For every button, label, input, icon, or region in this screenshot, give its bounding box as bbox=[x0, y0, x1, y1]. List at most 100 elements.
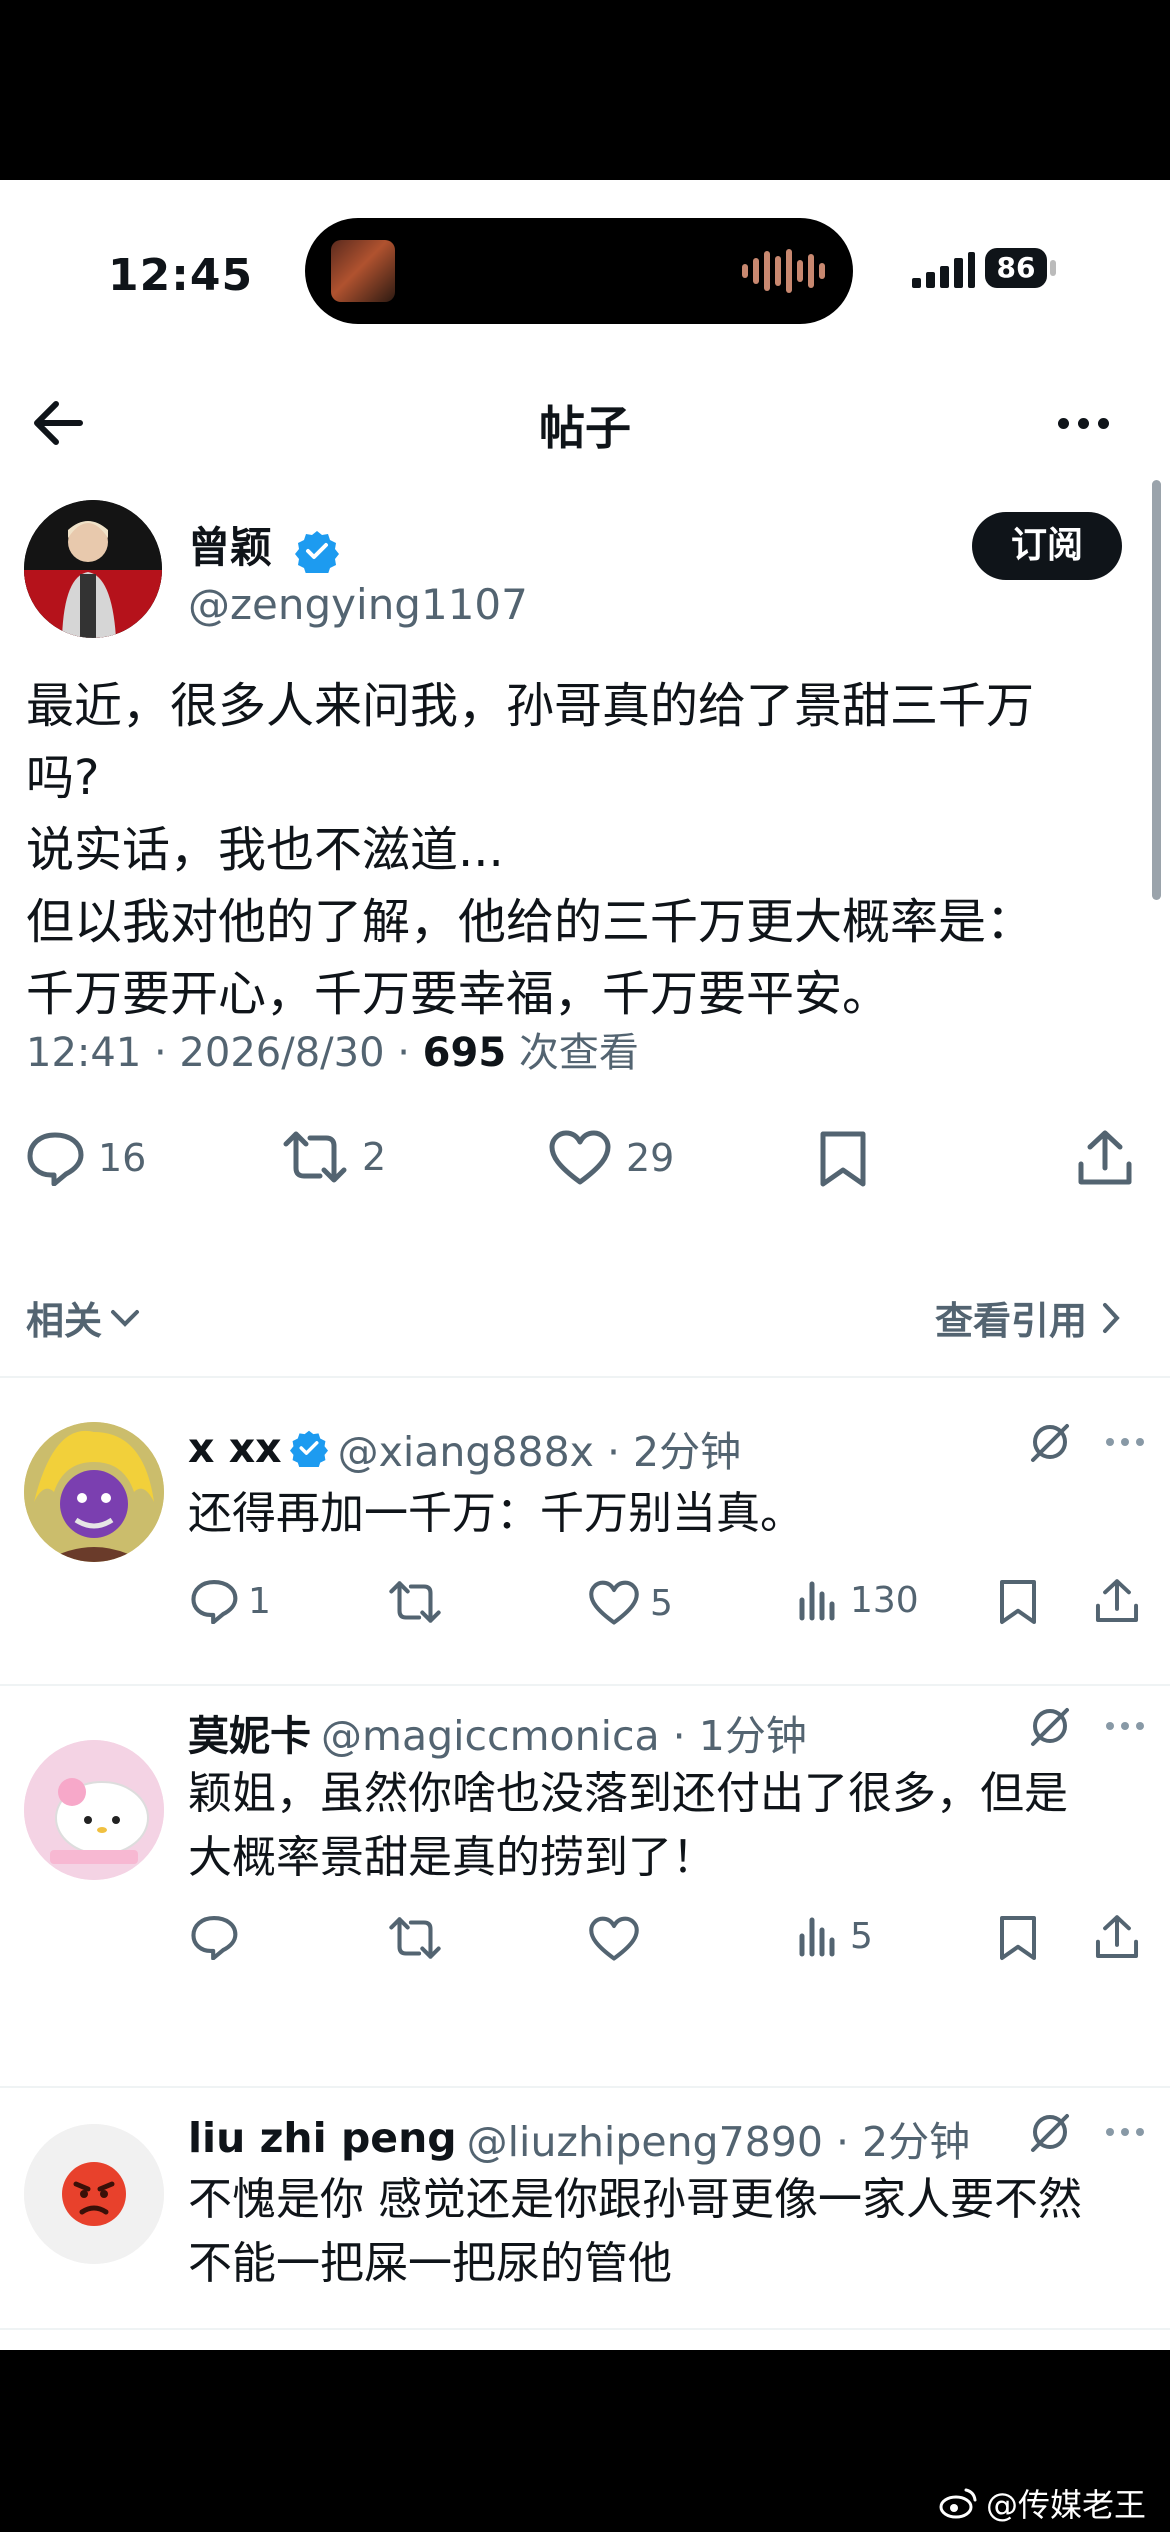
author-handle[interactable]: @zengying1107 bbox=[188, 580, 528, 629]
reply-header-icons bbox=[1028, 1704, 1144, 1748]
view-quotes-label: 查看引用 bbox=[935, 1299, 1088, 1343]
reply-handle-time[interactable]: @magiccmonica · 1分钟 bbox=[321, 1702, 807, 1762]
bookmark-icon bbox=[1000, 1916, 1036, 1960]
chevron-right-icon bbox=[1103, 1302, 1120, 1333]
views-action[interactable]: 130 bbox=[796, 1578, 919, 1622]
author-avatar[interactable] bbox=[24, 500, 162, 638]
share-action[interactable] bbox=[1076, 1128, 1134, 1188]
like-icon bbox=[589, 1580, 639, 1625]
reply-avatar[interactable] bbox=[24, 1422, 164, 1562]
bookmark-icon bbox=[820, 1131, 866, 1187]
view-label: 次查看 bbox=[506, 1030, 639, 1076]
views-action[interactable]: 5 bbox=[796, 1914, 873, 1958]
reply-avatar[interactable] bbox=[24, 1740, 164, 1880]
page-title: 帖子 bbox=[539, 401, 631, 455]
grok-icon[interactable] bbox=[1028, 2110, 1072, 2154]
reply-header-icons bbox=[1028, 2110, 1144, 2154]
post-text: 最近，很多人来问我，孙哥真的给了景甜三千万 吗? 说实话，我也不滋道... 但以… bbox=[26, 678, 1035, 1022]
audio-waveform-icon bbox=[742, 248, 825, 294]
watermark: @传媒老王 bbox=[938, 2480, 1146, 2526]
views-icon bbox=[799, 1917, 835, 1957]
battery-nub bbox=[1050, 260, 1056, 276]
reply-header: x xx @xiang888x · 2分钟 bbox=[188, 1418, 741, 1478]
bookmark-action[interactable] bbox=[998, 1914, 1038, 1962]
like-icon bbox=[589, 1916, 639, 1961]
repost-action[interactable] bbox=[388, 1580, 442, 1624]
related-toggle[interactable]: 相关 bbox=[26, 1290, 142, 1345]
chevron-down-icon bbox=[111, 1309, 140, 1327]
share-action[interactable] bbox=[1094, 1912, 1140, 1962]
repost-count: 2 bbox=[362, 1135, 387, 1179]
reply-header: 莫妮卡 @magiccmonica · 1分钟 bbox=[188, 1702, 807, 1762]
cellular-signal-icon bbox=[912, 252, 975, 288]
reply-handle-time[interactable]: @liuzhipeng7890 · 2分钟 bbox=[467, 2108, 970, 2168]
reply-author-name[interactable]: 莫妮卡 bbox=[188, 1702, 311, 1762]
related-label: 相关 bbox=[26, 1299, 103, 1343]
reply-author-name[interactable]: liu zhi peng bbox=[188, 2114, 457, 2162]
like-count: 5 bbox=[650, 1582, 673, 1624]
reply-count: 1 bbox=[248, 1580, 271, 1622]
post-meta: 12:41 · 2026/8/30 · 695 次查看 bbox=[26, 1020, 639, 1078]
reply-icon bbox=[27, 1132, 84, 1186]
status-time: 12:45 bbox=[108, 250, 254, 301]
repost-action[interactable] bbox=[388, 1916, 442, 1960]
repost-icon bbox=[389, 1581, 441, 1623]
reply-text: 不愧是你 感觉还是你跟孙哥更像一家人要不然 不能一把屎一把尿的管他 bbox=[188, 2174, 1082, 2289]
repost-icon bbox=[283, 1131, 347, 1183]
view-quotes-link[interactable]: 查看引用 bbox=[935, 1290, 1121, 1345]
like-icon bbox=[549, 1130, 611, 1185]
verified-icon bbox=[289, 1430, 328, 1467]
more-icon[interactable] bbox=[1106, 1438, 1144, 1446]
subscribe-button[interactable]: 订阅 bbox=[972, 512, 1122, 580]
reply-author-name[interactable]: x xx bbox=[188, 1424, 282, 1472]
more-icon[interactable] bbox=[1106, 2128, 1144, 2136]
reply-icon bbox=[191, 1580, 238, 1624]
author-name-row[interactable]: 曾颖 bbox=[188, 514, 339, 575]
grok-icon[interactable] bbox=[1028, 1420, 1072, 1464]
reply-header-icons bbox=[1028, 1420, 1144, 1464]
reply-item[interactable]: liu zhi peng @liuzhipeng7890 · 2分钟 不愧是你 … bbox=[0, 2088, 1170, 2328]
bookmark-icon bbox=[1000, 1580, 1036, 1624]
post-timestamp: 12:41 · 2026/8/30 · bbox=[26, 1030, 423, 1076]
reply-item[interactable]: 莫妮卡 @magiccmonica · 1分钟 颖姐，虽然你啥也没落到还付出了很… bbox=[0, 1686, 1170, 2016]
watermark-text: @传媒老王 bbox=[985, 2486, 1146, 2524]
reply-handle-time[interactable]: @xiang888x · 2分钟 bbox=[338, 1418, 742, 1478]
reply-count: 16 bbox=[98, 1136, 147, 1180]
share-icon bbox=[1078, 1130, 1132, 1185]
reply-action[interactable]: 1 bbox=[190, 1578, 271, 1624]
bookmark-action[interactable] bbox=[818, 1130, 868, 1188]
divider bbox=[0, 2328, 1170, 2330]
share-icon bbox=[1095, 1915, 1139, 1959]
reply-header: liu zhi peng @liuzhipeng7890 · 2分钟 bbox=[188, 2108, 970, 2168]
verified-icon bbox=[294, 530, 339, 573]
more-icon[interactable] bbox=[1106, 1722, 1144, 1730]
share-action[interactable] bbox=[1094, 1576, 1140, 1626]
share-icon bbox=[1095, 1579, 1139, 1623]
weibo-icon bbox=[939, 2488, 977, 2519]
repost-icon bbox=[389, 1917, 441, 1959]
like-count: 29 bbox=[626, 1136, 675, 1180]
grok-icon[interactable] bbox=[1028, 1704, 1072, 1748]
bookmark-action[interactable] bbox=[998, 1578, 1038, 1626]
scrollbar[interactable] bbox=[1152, 480, 1161, 900]
view-count: 695 bbox=[422, 1030, 507, 1076]
views-count: 5 bbox=[850, 1915, 873, 1957]
reply-avatar[interactable] bbox=[24, 2124, 164, 2264]
views-icon bbox=[799, 1581, 835, 1621]
reply-icon bbox=[191, 1916, 238, 1960]
reply-text: 颖姐，虽然你啥也没落到还付出了很多，但是 大概率景甜是真的捞到了！ bbox=[188, 1768, 1068, 1883]
author-name[interactable]: 曾颖 bbox=[188, 523, 272, 572]
more-icon[interactable] bbox=[1058, 418, 1109, 429]
repost-action[interactable]: 2 bbox=[282, 1130, 386, 1184]
views-count: 130 bbox=[850, 1579, 919, 1621]
battery-indicator: 86 bbox=[985, 248, 1047, 288]
reply-text: 还得再加一千万：千万别当真。 bbox=[188, 1488, 804, 1539]
reply-item[interactable]: x xx @xiang888x · 2分钟 还得再加一千万：千万别当真。 1 5… bbox=[0, 1378, 1170, 1684]
like-action[interactable]: 5 bbox=[588, 1580, 673, 1626]
like-action[interactable]: 29 bbox=[548, 1130, 674, 1186]
now-playing-artwork bbox=[331, 240, 395, 302]
dynamic-island[interactable] bbox=[305, 218, 853, 324]
reply-action[interactable] bbox=[190, 1914, 238, 1960]
like-action[interactable] bbox=[588, 1916, 640, 1962]
reply-action[interactable]: 16 bbox=[26, 1130, 146, 1186]
